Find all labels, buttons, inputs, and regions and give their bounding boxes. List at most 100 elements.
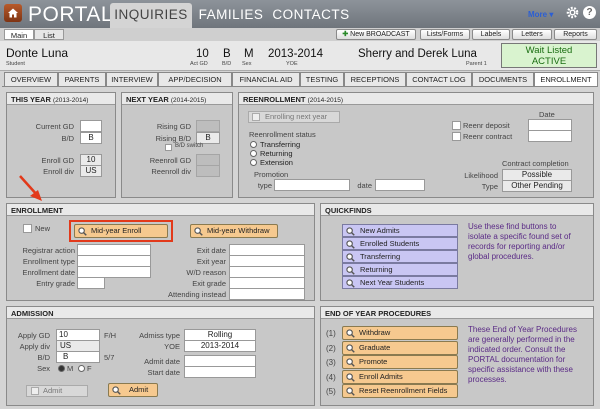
radio-transferring-label: Transferring xyxy=(260,140,301,149)
quickfind-transferring-button[interactable]: Transferring xyxy=(342,250,458,263)
reenroll-div-field xyxy=(196,165,220,177)
quickfind-next-year-students-button[interactable]: Next Year Students xyxy=(342,276,458,289)
letters-button[interactable]: Letters xyxy=(512,29,552,40)
eoy-withdraw-button[interactable]: Withdraw xyxy=(342,326,458,340)
quickfind-returning-button[interactable]: Returning xyxy=(342,263,458,276)
sex-f-radio[interactable] xyxy=(78,365,85,372)
start-date-field[interactable] xyxy=(184,366,256,378)
reports-button[interactable]: Reports xyxy=(554,29,597,40)
labels-button[interactable]: Labels xyxy=(472,29,510,40)
nav-tab-contacts[interactable]: CONTACTS xyxy=(270,3,352,28)
lists-forms-button[interactable]: Lists/Forms xyxy=(420,29,470,40)
gear-icon[interactable] xyxy=(566,6,579,19)
bd-switch-checkbox[interactable] xyxy=(165,144,172,151)
radio-returning-label: Returning xyxy=(260,149,293,158)
admission-yoe-field[interactable]: 2013-2014 xyxy=(184,340,256,352)
promotion-label: Promotion xyxy=(254,170,289,179)
subtab-list[interactable]: List xyxy=(34,29,64,40)
admit-checkbox xyxy=(31,387,39,395)
promotion-type-field[interactable] xyxy=(274,179,350,191)
parents-caption: Parent 1 xyxy=(466,61,487,67)
eoy-enroll-admits-button[interactable]: Enroll Admits xyxy=(342,370,458,384)
enrolling-next-year-button[interactable]: Enrolling next year xyxy=(248,111,340,123)
quickfind-new-admits-button[interactable]: New Admits xyxy=(342,224,458,237)
entry-grade-field[interactable] xyxy=(77,277,105,289)
midyear-enroll-label: Mid-year Enroll xyxy=(91,226,142,235)
admit-checkbox-button[interactable]: Admit xyxy=(26,385,88,397)
eoy-graduate-button[interactable]: Graduate xyxy=(342,341,458,355)
enrollment-title: ENROLLMENT xyxy=(7,204,314,216)
tab-documents[interactable]: DOCUMENTS xyxy=(472,72,534,86)
midyear-withdraw-button[interactable]: Mid-year Withdraw xyxy=(190,224,278,238)
new-broadcast-label: New BROADCAST xyxy=(350,31,410,38)
current-gd-label: Current GD xyxy=(35,122,74,131)
promotion-date-label: date xyxy=(357,181,372,190)
reenr-contract-checkbox[interactable] xyxy=(452,132,461,141)
sex-m-radio[interactable] xyxy=(58,365,65,372)
search-icon xyxy=(346,329,355,338)
radio-extension[interactable] xyxy=(250,159,257,166)
midyear-enroll-button[interactable]: Mid-year Enroll xyxy=(74,224,168,238)
home-button[interactable] xyxy=(4,4,22,22)
tab-testing[interactable]: TESTING xyxy=(300,72,344,86)
radio-extension-label: Extension xyxy=(260,158,293,167)
enrollment-new-label: New xyxy=(35,224,51,233)
tab-app-decision[interactable]: APP/DECISION xyxy=(158,72,232,86)
radio-transferring[interactable] xyxy=(250,141,257,148)
reenr-deposit-checkbox[interactable] xyxy=(452,121,461,130)
enrollment-date-label: Enrollment date xyxy=(22,268,75,277)
eoy-graduate-label: Graduate xyxy=(359,343,391,352)
admission-bd-field[interactable]: B xyxy=(56,351,100,363)
search-icon xyxy=(346,373,355,382)
step-number: (1) xyxy=(326,329,336,338)
student-name: Donte Luna xyxy=(6,46,69,60)
nav-tab-families[interactable]: FAMILIES xyxy=(192,3,270,28)
quickfind-next-year-students-label: Next Year Students xyxy=(360,278,425,287)
admit-checkbox-label: Admit xyxy=(43,386,63,395)
search-icon xyxy=(346,240,355,249)
reenr-contract-date[interactable] xyxy=(528,130,572,142)
status-badge: Wait Listed ACTIVE xyxy=(501,43,597,68)
attending-instead-field[interactable] xyxy=(229,288,305,300)
student-bd-caption: B/D xyxy=(222,61,232,67)
app-title: PORTAL xyxy=(28,3,114,26)
search-icon xyxy=(346,387,355,396)
admit-button[interactable]: Admit xyxy=(108,383,158,397)
student-yoe-caption: YOE xyxy=(286,61,298,67)
tab-contact-log[interactable]: CONTACT LOG xyxy=(406,72,472,86)
admission-title: ADMISSION xyxy=(7,307,314,319)
quickfind-enrolled-students-button[interactable]: Enrolled Students xyxy=(342,237,458,250)
bd-field[interactable]: B xyxy=(80,132,102,144)
new-broadcast-button[interactable]: ✚ New BROADCAST xyxy=(336,29,416,40)
tab-parents[interactable]: PARENTS xyxy=(58,72,106,86)
registrar-action-label: Registrar action xyxy=(22,246,75,255)
enroll-gd-label: Enroll GD xyxy=(41,156,74,165)
tab-financial-aid[interactable]: FINANCIAL AID xyxy=(232,72,300,86)
more-menu[interactable]: More ▾ xyxy=(528,10,553,19)
sub-toolbar xyxy=(0,28,600,41)
promotion-type-label: type xyxy=(257,181,272,190)
search-icon xyxy=(346,253,355,262)
eoy-reset-reenrollment-button[interactable]: Reset Reenrollment Fields xyxy=(342,384,458,398)
pointer-arrow-icon xyxy=(19,175,42,201)
tab-overview[interactable]: OVERVIEW xyxy=(4,72,58,86)
subtab-main[interactable]: Main xyxy=(4,29,34,40)
radio-returning[interactable] xyxy=(250,150,257,157)
tab-enrollment[interactable]: ENROLLMENT xyxy=(534,72,598,86)
tab-interview[interactable]: INTERVIEW xyxy=(106,72,158,86)
contract-type-label: Type xyxy=(481,182,498,191)
promotion-date-field[interactable] xyxy=(375,179,425,191)
fh-label: F/H xyxy=(104,331,117,340)
current-gd-field[interactable] xyxy=(80,120,102,132)
nav-tab-inquiries[interactable]: INQUIRIES xyxy=(110,3,192,28)
help-icon[interactable]: ? xyxy=(583,6,596,19)
quickfinds-title: QUICKFINDS xyxy=(321,204,593,216)
quickfind-new-admits-label: New Admits xyxy=(360,226,400,235)
enrollment-new-checkbox[interactable] xyxy=(23,224,32,233)
search-icon xyxy=(194,227,203,236)
eoy-promote-button[interactable]: Promote xyxy=(342,355,458,369)
student-sex-caption: Sex xyxy=(242,61,252,67)
bd-switch-label: B/D switch xyxy=(175,143,204,149)
tab-receptions[interactable]: RECEPTIONS xyxy=(344,72,406,86)
step-number: (2) xyxy=(326,344,336,353)
